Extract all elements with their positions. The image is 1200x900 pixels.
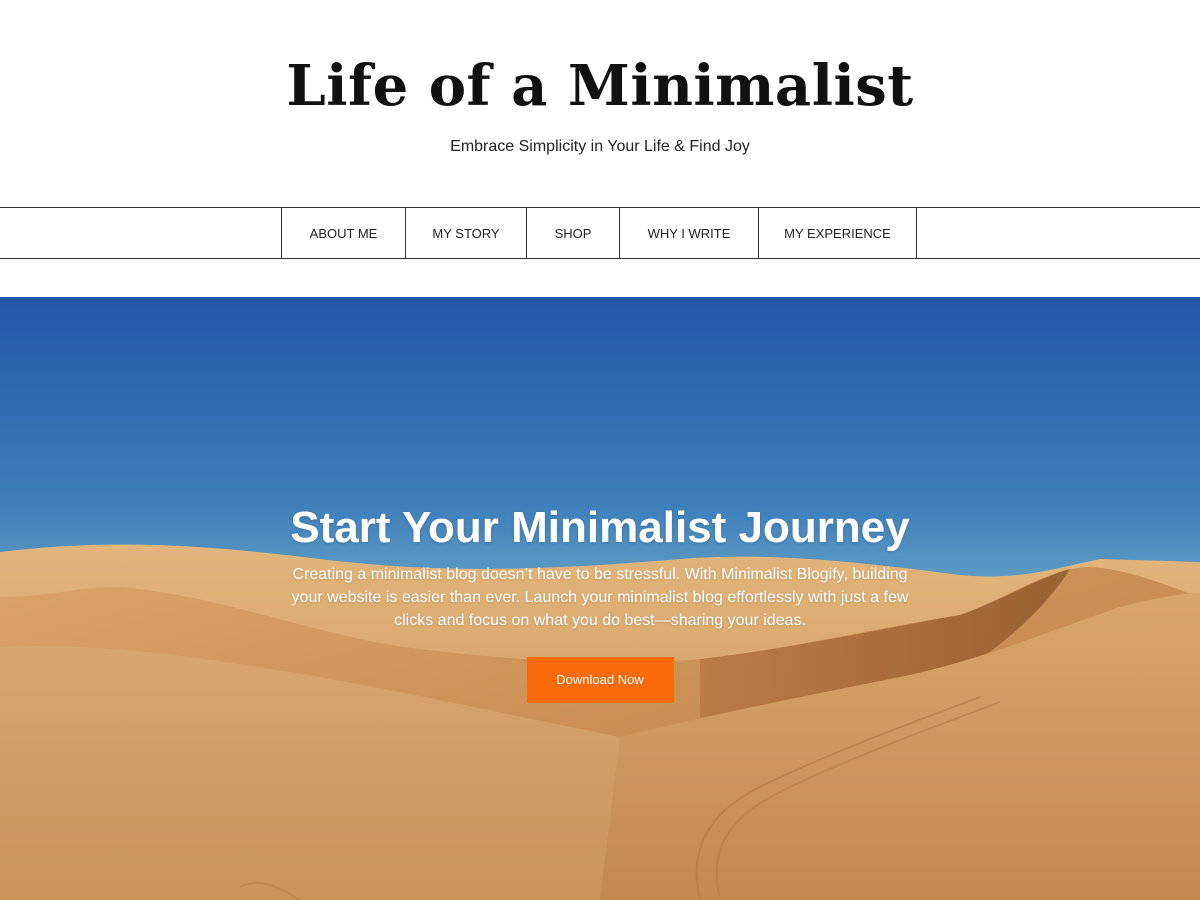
nav-item-shop[interactable]: SHOP	[527, 208, 620, 258]
site-tagline: Embrace Simplicity in Your Life & Find J…	[450, 138, 750, 155]
nav-item-my-experience[interactable]: MY EXPERIENCE	[759, 208, 917, 258]
site-header: Life of a Minimalist Embrace Simplicity …	[0, 0, 1200, 207]
nav-menu: ABOUT ME MY STORY SHOP WHY I WRITE MY EX…	[281, 208, 917, 258]
main-navigation: ABOUT ME MY STORY SHOP WHY I WRITE MY EX…	[0, 207, 1200, 259]
nav-item-my-story[interactable]: MY STORY	[406, 208, 527, 258]
nav-item-about-me[interactable]: ABOUT ME	[282, 208, 406, 258]
hero-section: Start Your Minimalist Journey Creating a…	[0, 297, 1200, 900]
hero-content: Start Your Minimalist Journey Creating a…	[270, 497, 930, 703]
page: Life of a Minimalist Embrace Simplicity …	[0, 0, 1200, 900]
download-now-button[interactable]: Download Now	[526, 657, 674, 703]
hero-description: Creating a minimalist blog doesn’t have …	[291, 566, 909, 629]
hero-heading: Start Your Minimalist Journey	[290, 503, 910, 552]
nav-item-why-i-write[interactable]: WHY I WRITE	[620, 208, 759, 258]
site-title[interactable]: Life of a Minimalist	[0, 50, 1200, 122]
